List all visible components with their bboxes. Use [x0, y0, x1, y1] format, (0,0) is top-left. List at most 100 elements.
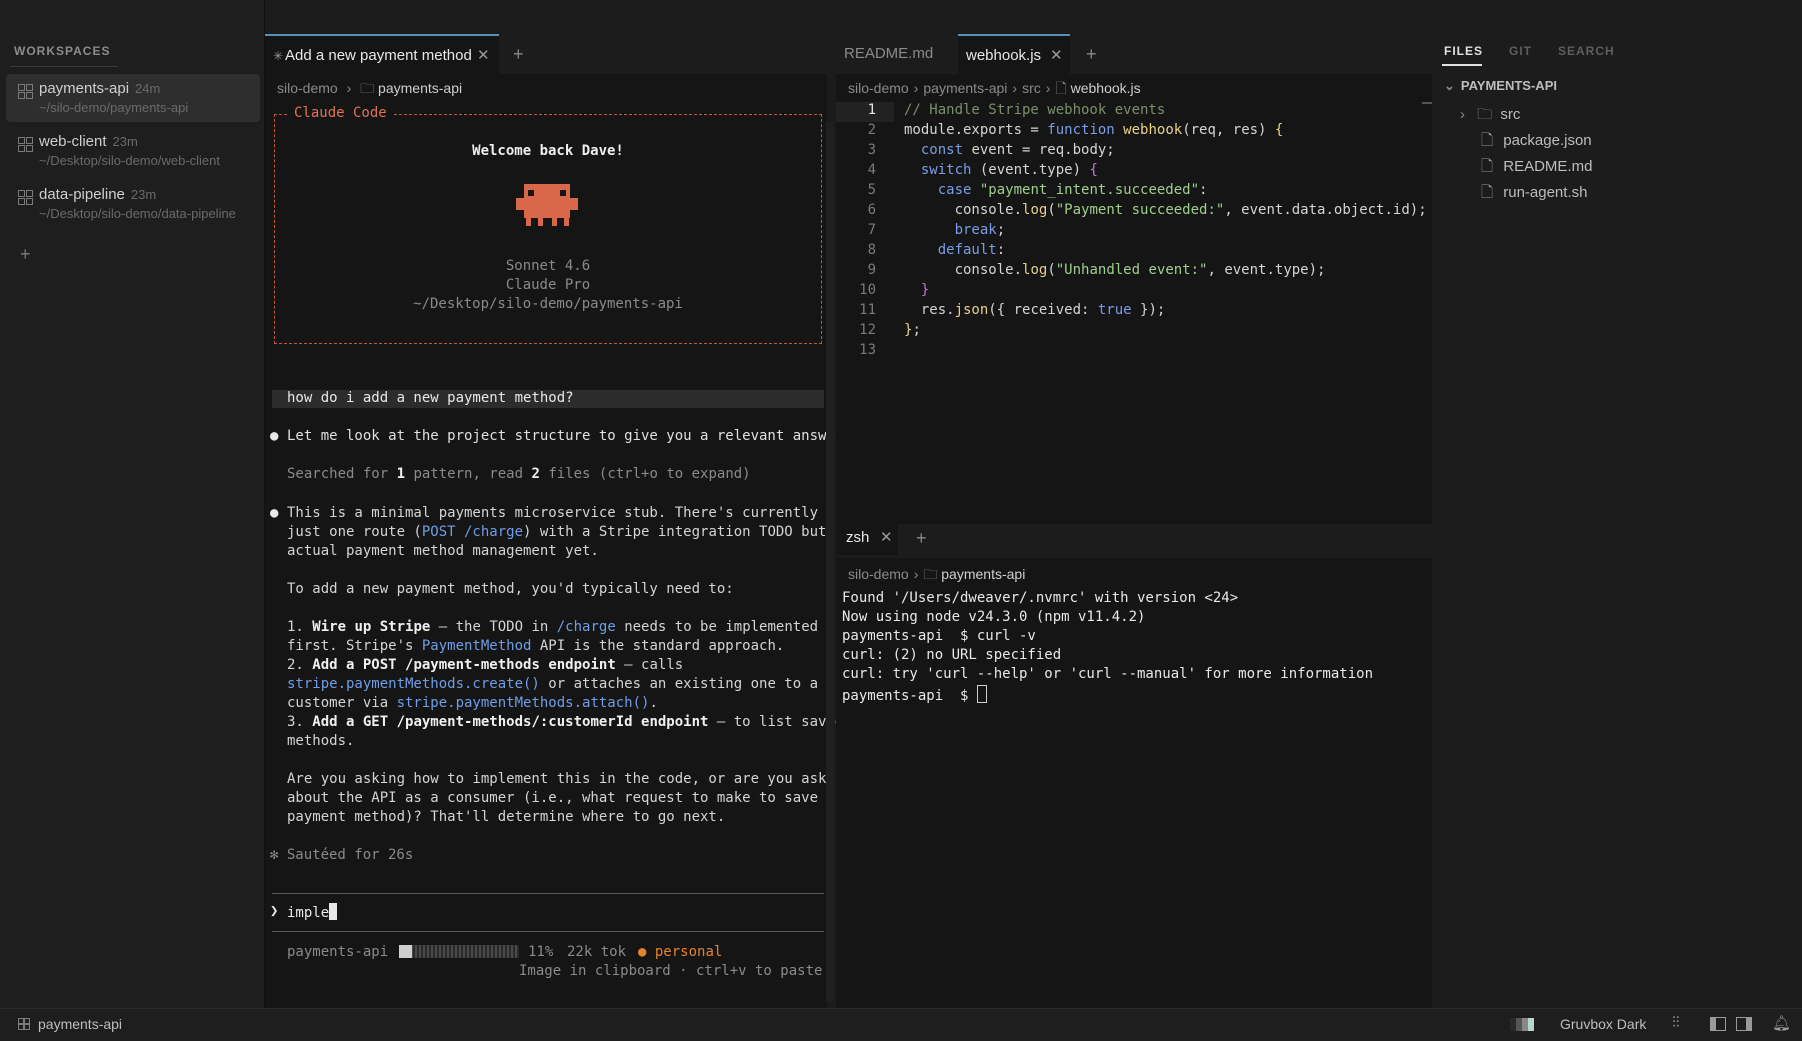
tab-webhook[interactable]: webhook.js ✕: [958, 34, 1070, 76]
theme-name[interactable]: Gruvbox Dark: [1560, 1016, 1646, 1032]
tool-summary[interactable]: Searched for 1 pattern, read 2 files (ct…: [287, 466, 751, 482]
question-line2: about the API as a consumer (i.e., what …: [287, 790, 835, 806]
status-dot-icon: ●: [638, 944, 647, 960]
files-tab-indicator: [1442, 64, 1482, 66]
code-line-12: };: [904, 322, 921, 338]
breadcrumb-src[interactable]: src: [1022, 80, 1041, 96]
breadcrumb-root[interactable]: silo-demo: [848, 80, 909, 96]
grid-icon: [18, 84, 33, 99]
new-terminal-button[interactable]: +: [916, 521, 927, 555]
tab-chat[interactable]: ✳ Add a new payment method ✕: [265, 34, 499, 76]
grid-icon: [18, 190, 33, 205]
breadcrumb-root[interactable]: silo-demo: [277, 80, 338, 96]
question-line3: payment method)? That'll determine where…: [287, 809, 726, 825]
file-tree-item-src[interactable]: › 🗀 src: [1460, 104, 1520, 129]
bullet-icon: ●: [270, 428, 279, 444]
workspace-path: ~/Desktop/silo-demo/data-pipeline: [39, 206, 236, 221]
tab-label: Add a new payment method: [285, 47, 472, 64]
banner-welcome: Welcome back Dave!: [472, 143, 624, 159]
code-line-9: console.log("Unhandled event:", event.ty…: [904, 262, 1326, 278]
step-1-line1: 1. Wire up Stripe — the TODO in /charge …: [287, 619, 819, 635]
tab-readme[interactable]: README.md: [844, 34, 952, 74]
code-line-7: break;: [954, 222, 1006, 238]
step-2-line2: stripe.paymentMethods.create() or attach…: [287, 676, 819, 692]
status-project: payments-api: [287, 944, 389, 960]
chat-breadcrumb: silo-demo › 🗀 payments-api: [277, 80, 463, 96]
step-3-line2: methods.: [287, 733, 355, 749]
status-bar: payments-api Gruvbox Dark ⫶⫶ 🔔︎: [0, 1008, 1802, 1041]
code-line-1: // Handle Stripe webhook events: [904, 102, 1166, 118]
clipboard-hint: Image in clipboard · ctrl+v to paste: [519, 963, 823, 979]
step-1-line2: first. Stripe's PaymentMethod API is the…: [287, 638, 785, 654]
workspace-name: payments-api: [39, 80, 130, 97]
add-workspace-button[interactable]: +: [20, 244, 31, 265]
input-prompt-icon: ❯: [270, 903, 279, 919]
assistant-message-1: Let me look at the project structure to …: [287, 428, 852, 444]
workspace-item-payments-api[interactable]: payments-api 24m ~/silo-demo/payments-api: [6, 74, 260, 122]
file-tree-item-readme[interactable]: 🗋 README.md: [1481, 156, 1592, 181]
code-line-11: res.json({ received: true });: [904, 302, 1166, 318]
tab-search[interactable]: SEARCH: [1558, 44, 1615, 58]
assistant-message-3: To add a new payment method, you'd typic…: [287, 581, 734, 597]
sliders-icon[interactable]: ⫶⫶: [1672, 1014, 1680, 1031]
tab-zsh[interactable]: zsh ✕: [836, 521, 898, 555]
grid-icon: [18, 1018, 30, 1030]
assistant-message-2-line1: This is a minimal payments microservice …: [287, 505, 819, 521]
code-line-10: }: [920, 282, 930, 298]
workspace-item-data-pipeline[interactable]: data-pipeline 23m ~/Desktop/silo-demo/dat…: [6, 180, 260, 228]
file-icon: 🗋: [1481, 132, 1494, 149]
close-icon[interactable]: ✕: [1050, 36, 1063, 76]
close-icon[interactable]: ✕: [477, 36, 490, 76]
elapsed-status: ✻ Sautéed for 26s: [270, 847, 414, 863]
status-account: ● personal: [638, 944, 723, 960]
chat-scrollbar[interactable]: [826, 122, 834, 1002]
toggle-left-panel-icon[interactable]: [1710, 1017, 1726, 1031]
code-line-5: case "payment_intent.succeeded":: [937, 182, 1208, 198]
folder-icon: 🗀: [923, 566, 938, 582]
chat-tabbar: ✳ Add a new payment method ✕ +: [265, 34, 827, 76]
assistant-message-2-line3: actual payment method management yet.: [287, 543, 599, 559]
file-icon: 🗋: [1481, 158, 1494, 175]
breadcrumb-file[interactable]: webhook.js: [1071, 80, 1141, 96]
tab-label: webhook.js: [966, 47, 1042, 64]
close-icon[interactable]: ✕: [880, 521, 893, 555]
tab-git[interactable]: GIT: [1509, 44, 1532, 58]
file-icon: 🗋: [1481, 184, 1494, 201]
bell-icon[interactable]: 🔔︎: [1772, 1014, 1791, 1032]
breadcrumb-root[interactable]: silo-demo: [848, 566, 909, 582]
editor-scrollbar[interactable]: [1422, 102, 1432, 104]
tab-files[interactable]: FILES: [1444, 44, 1483, 58]
workspace-name: web-client: [39, 133, 107, 150]
status-percent: 11%: [528, 944, 554, 960]
breadcrumb-folder[interactable]: payments-api: [378, 80, 462, 96]
file-tree-item-package-json[interactable]: 🗋 package.json: [1481, 130, 1592, 155]
workspaces-sidebar: WORKSPACES payments-api 24m ~/silo-demo/p…: [0, 0, 265, 1008]
banner-plan: Claude Pro: [505, 277, 591, 293]
workspace-item-web-client[interactable]: web-client 23m ~/Desktop/silo-demo/web-cl…: [6, 127, 260, 175]
code-line-2: module.exports = function webhook(req, r…: [904, 122, 1284, 138]
editor-breadcrumb: silo-demo › payments-api › src › 🗋 webhook.js: [848, 80, 1141, 96]
text-cursor: [329, 903, 338, 920]
new-tab-button[interactable]: +: [1086, 34, 1097, 74]
file-tree-item-run-agent[interactable]: 🗋 run-agent.sh: [1481, 182, 1587, 207]
step-2-line3: customer via stripe.paymentMethods.attac…: [287, 695, 658, 711]
status-workspace[interactable]: payments-api: [38, 1016, 122, 1032]
terminal-cursor: [976, 685, 987, 703]
file-icon: 🗋: [1055, 80, 1067, 96]
chevron-right-icon: ›: [1460, 106, 1465, 123]
workspace-age: 23m: [112, 134, 138, 149]
files-root[interactable]: ⌄ PAYMENTS-API: [1444, 78, 1557, 94]
workspace-path: ~/Desktop/silo-demo/web-client: [39, 153, 220, 168]
chat-input[interactable]: imple: [287, 903, 338, 921]
tab-status-icon: ✳: [273, 49, 284, 63]
workspace-age: 24m: [135, 81, 161, 96]
breadcrumb-folder[interactable]: payments-api: [923, 80, 1007, 96]
toggle-right-panel-icon[interactable]: [1736, 1017, 1752, 1031]
question-line1: Are you asking how to implement this in …: [287, 771, 852, 787]
new-tab-button[interactable]: +: [513, 34, 524, 74]
assistant-message-2-line2: just one route (POST /charge) with a Str…: [287, 524, 852, 540]
code-line-4: switch (event.type) {: [920, 162, 1098, 178]
breadcrumb-folder[interactable]: payments-api: [941, 566, 1025, 582]
grid-icon: [18, 137, 33, 152]
context-progress-fill: [399, 945, 413, 958]
